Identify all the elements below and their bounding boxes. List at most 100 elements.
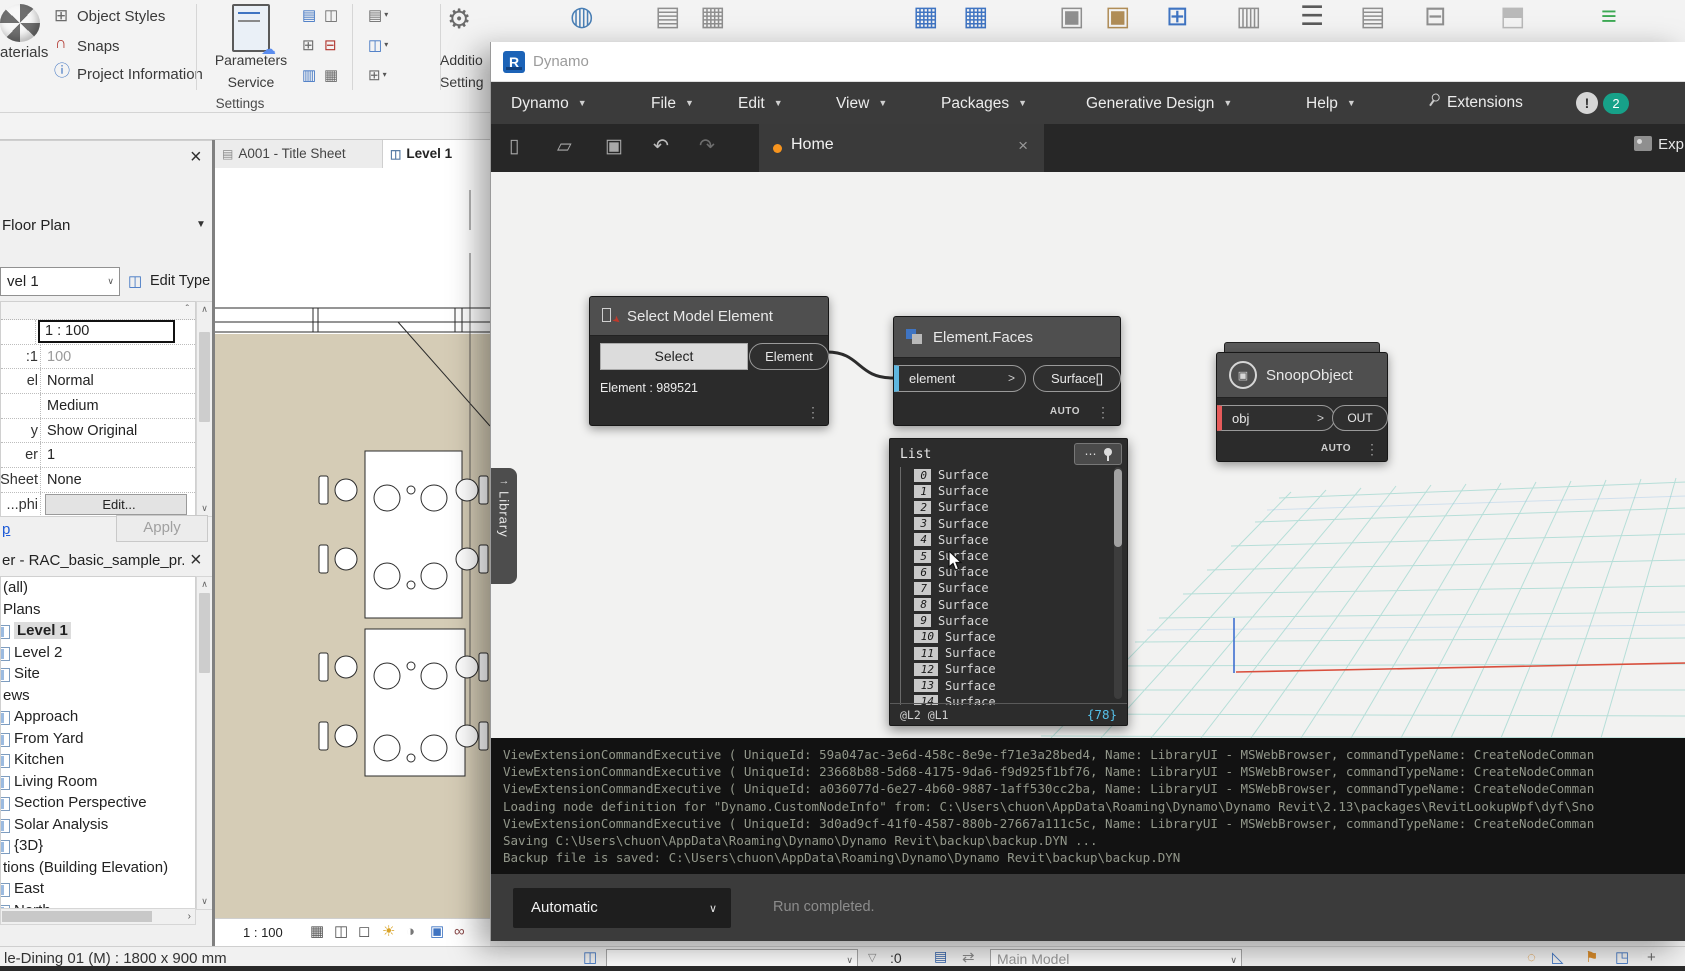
open-file-icon[interactable]: ▱: [557, 137, 572, 156]
preview-bubble[interactable]: List ⋯ 0 Surface 1 Surface 2 Surface 3 Surface 4…: [889, 438, 1128, 726]
tab-level-1[interactable]: ◫ Level 1: [383, 140, 490, 168]
list-levels-label[interactable]: @L2 @L1: [900, 708, 948, 722]
object-styles-icon[interactable]: ⊞: [54, 7, 68, 24]
menu-extensions[interactable]: Extensions: [1429, 82, 1523, 124]
project-parameters-icon[interactable]: ▤: [302, 8, 316, 23]
visual-style-icon[interactable]: ◻: [358, 924, 370, 939]
close-icon[interactable]: ×: [190, 147, 202, 167]
property-row[interactable]: er 1: [1, 443, 195, 469]
list-view-icon[interactable]: ☰: [1300, 3, 1324, 30]
materials-icon[interactable]: [0, 4, 40, 42]
property-row[interactable]: Medium: [1, 394, 195, 419]
list-item[interactable]: 7 Surface: [914, 580, 1096, 596]
crop-icon[interactable]: ▣: [430, 924, 444, 939]
output-port-out[interactable]: OUT: [1332, 405, 1388, 431]
schedule-grid-icon[interactable]: ▦: [913, 3, 939, 30]
dynamo-title-bar[interactable]: R Dynamo: [491, 42, 1685, 82]
menu-edit[interactable]: Edit ▼: [738, 82, 783, 124]
list-item[interactable]: 1 Surface: [914, 483, 1096, 499]
structural-settings-icon[interactable]: ▤ ▾: [368, 8, 388, 23]
scroll-down-icon[interactable]: ∨: [197, 896, 212, 907]
notification-count-badge[interactable]: 2: [1603, 93, 1629, 114]
menu-view[interactable]: View ▼: [836, 82, 887, 124]
list-item[interactable]: 6 Surface: [914, 564, 1096, 580]
property-row[interactable]: phi... Edit...: [1, 492, 195, 516]
pin-icon[interactable]: [1103, 447, 1112, 461]
lacing-label[interactable]: AUTO: [1321, 443, 1351, 454]
bubble-scrollbar[interactable]: [1114, 467, 1122, 699]
snaps-button[interactable]: Snaps: [77, 38, 120, 55]
new-file-icon[interactable]: ▯: [509, 137, 519, 156]
output-port-surface[interactable]: Surface[]: [1033, 365, 1121, 392]
project-units-icon[interactable]: ▦: [324, 68, 338, 83]
property-row[interactable]: Sheet None: [1, 468, 195, 493]
box-3d-icon[interactable]: ⬒: [1500, 3, 1526, 30]
list-item[interactable]: 0 Surface: [914, 467, 1096, 483]
tab-title-sheet[interactable]: ▤ A001 - Title Sheet: [215, 140, 383, 168]
edit-type-icon[interactable]: ◫: [128, 272, 142, 290]
materials-button[interactable]: aterials: [0, 44, 48, 61]
additional-settings-button[interactable]: Additio: [440, 52, 490, 68]
drag-on-selection-icon[interactable]: +: [1647, 950, 1656, 965]
paste-icon[interactable]: ▣: [1059, 3, 1085, 30]
editing-requests-icon[interactable]: ▽: [868, 953, 876, 964]
properties-help-link[interactable]: p: [2, 521, 10, 538]
property-value[interactable]: 100: [41, 349, 195, 365]
list-item[interactable]: 4 Surface: [914, 532, 1096, 548]
reveal-hidden-icon[interactable]: ∞: [454, 924, 465, 939]
new-sheet-icon[interactable]: ▤: [655, 3, 681, 30]
schedule-grid-icon-2[interactable]: ▦: [963, 3, 989, 30]
browser-horizontal-scrollbar[interactable]: ›: [0, 908, 196, 925]
property-row[interactable]: 1: 100: [1, 344, 195, 370]
menu-packages[interactable]: Packages ▼: [941, 82, 1027, 124]
run-mode-dropdown[interactable]: Automatic ∨: [513, 888, 731, 928]
list-item[interactable]: 9 Surface: [914, 613, 1096, 629]
menu-dynamo[interactable]: Dynamo ▼: [511, 82, 587, 124]
notifications-warning-icon[interactable]: !: [1576, 92, 1598, 114]
edit-type-button[interactable]: Edit Type: [150, 273, 210, 289]
properties-scrollbar[interactable]: ∧ ∨: [196, 301, 213, 517]
sun-icon[interactable]: ☀: [382, 924, 395, 939]
edit-button[interactable]: Edit...: [45, 494, 187, 516]
exchange-icon[interactable]: ⇄: [962, 950, 975, 965]
property-row[interactable]: el Normal: [1, 369, 195, 395]
redo-icon[interactable]: ↷: [699, 137, 715, 156]
list-item[interactable]: 3 Surface: [914, 516, 1096, 532]
panel-icon[interactable]: ▥: [1236, 3, 1262, 30]
additional-settings-label2[interactable]: Setting: [440, 74, 490, 90]
node-options-icon[interactable]: ⋮: [1096, 404, 1110, 421]
bubble-controls[interactable]: ⋯: [1074, 443, 1122, 465]
list-item[interactable]: 5 Surface: [914, 548, 1096, 564]
view-scale-button[interactable]: 1 : 100: [243, 925, 283, 940]
list-item[interactable]: 12 Surface: [914, 661, 1096, 677]
scale-icon[interactable]: ▦: [310, 924, 324, 939]
list-item[interactable]: 2 Surface: [914, 499, 1096, 515]
chevron-down-icon[interactable]: ▼: [196, 219, 206, 230]
node-options-icon[interactable]: ⋮: [1365, 441, 1379, 458]
menu-generative-design[interactable]: Generative Design ▼: [1086, 82, 1232, 124]
scroll-up-icon[interactable]: ∧: [197, 579, 212, 590]
shared-parameters-icon[interactable]: ⊞: [302, 38, 315, 53]
close-tab-icon[interactable]: ×: [1018, 136, 1028, 156]
list-item[interactable]: 11 Surface: [914, 645, 1096, 661]
additional-settings-icon[interactable]: ⚙: [447, 6, 471, 33]
clipboard-icon[interactable]: ▣: [1105, 3, 1131, 30]
property-row[interactable]: 1 : 100: [1, 320, 195, 345]
panel-schedule-templates-icon[interactable]: ⊞ ▾: [368, 68, 387, 83]
image-icon[interactable]: ▦: [700, 3, 726, 30]
close-icon[interactable]: ×: [190, 550, 202, 570]
input-port-obj[interactable]: obj >: [1217, 405, 1335, 431]
snaps-icon[interactable]: ∩: [55, 36, 67, 52]
lacing-label[interactable]: AUTO: [1050, 406, 1080, 417]
parameters-service-icon[interactable]: ☁: [232, 4, 276, 58]
dynamo-canvas[interactable]: → Library Select Model Element Select El…: [491, 172, 1685, 738]
scroll-right-icon[interactable]: ›: [188, 911, 191, 922]
mep-settings-icon[interactable]: ◫ ▾: [368, 38, 388, 53]
floor-plan-view[interactable]: [215, 168, 490, 918]
browser-scrollbar[interactable]: ∧ ∨: [196, 576, 213, 910]
worksets-icon[interactable]: ◫: [583, 950, 597, 965]
scroll-up-icon[interactable]: ∧: [197, 304, 212, 315]
object-styles-button[interactable]: Object Styles: [77, 8, 165, 25]
node-snoop-object[interactable]: ▣ SnoopObject obj > OUT AUTO ⋮: [1216, 342, 1388, 462]
window-icon[interactable]: ▤: [1360, 3, 1386, 30]
